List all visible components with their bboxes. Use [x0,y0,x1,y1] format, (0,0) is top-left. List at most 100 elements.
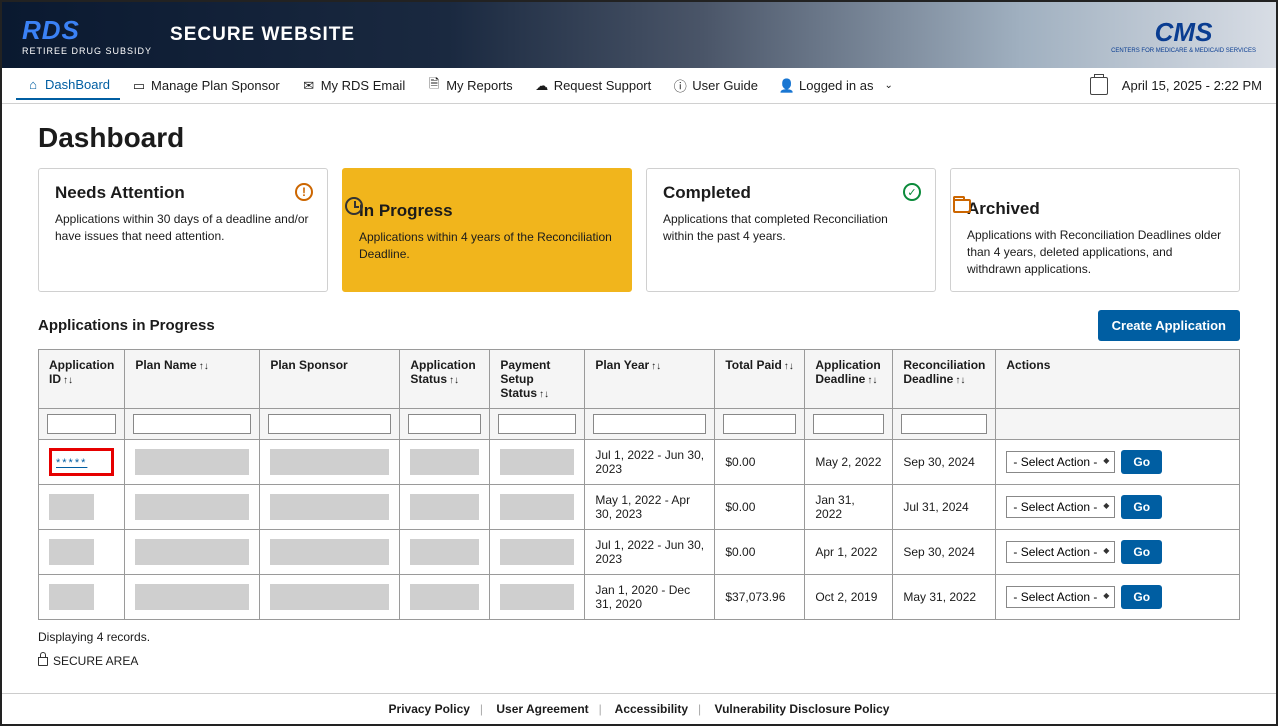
redacted-application-id [49,494,94,520]
support-icon: ☁ [535,79,549,93]
header: RDS RETIREE DRUG SUBSIDY SECURE WEBSITE … [2,2,1276,68]
cell-application-deadline: Apr 1, 2022 [805,530,893,575]
cell-total-paid: $0.00 [715,440,805,485]
filter-plan-year[interactable] [593,414,706,434]
go-button[interactable]: Go [1121,450,1162,474]
sort-icon: ↑↓ [63,375,73,386]
records-count: Displaying 4 records. [38,630,1240,644]
status-cards: ! Needs Attention Applications within 30… [38,168,1240,292]
filter-plan-sponsor[interactable] [268,414,391,434]
card-desc: Applications within 4 years of the Recon… [359,229,615,263]
nav-user-guide[interactable]: ⓘUser Guide [663,72,768,99]
card-title: In Progress [359,201,615,221]
redacted-application-status [410,539,479,565]
cell-reconciliation-deadline: May 31, 2022 [893,575,996,620]
select-action[interactable]: - Select Action - [1006,496,1115,518]
redacted-payment-setup-status [500,584,574,610]
secure-area: SECURE AREA [38,654,1240,668]
cell-plan-year: Jul 1, 2022 - Jun 30, 2023 [585,440,715,485]
cell-application-deadline: May 2, 2022 [805,440,893,485]
rds-logo-subtitle: RETIREE DRUG SUBSIDY [22,46,152,56]
select-action[interactable]: - Select Action - [1006,451,1115,473]
redacted-payment-setup-status [500,449,574,475]
nav-request-support[interactable]: ☁Request Support [525,72,662,99]
footer-privacy[interactable]: Privacy Policy [389,702,470,716]
cell-total-paid: $37,073.96 [715,575,805,620]
application-id-link[interactable]: ***** [56,457,87,469]
col-plan-name[interactable]: Plan Name↑↓ [125,350,260,409]
sort-icon: ↑↓ [449,375,459,386]
redacted-application-status [410,449,479,475]
print-icon[interactable] [1090,77,1108,95]
filter-application-deadline[interactable] [813,414,884,434]
content: Dashboard ! Needs Attention Applications… [2,104,1276,686]
nav-logged-in-as[interactable]: 👤Logged in as⌄ [770,72,903,99]
home-icon: ⌂ [26,78,40,92]
col-total-paid[interactable]: Total Paid↑↓ [715,350,805,409]
card-completed[interactable]: ✓ Completed Applications that completed … [646,168,936,292]
redacted-application-status [410,584,479,610]
table-row: May 1, 2022 - Apr 30, 2023$0.00Jan 31, 2… [39,485,1240,530]
cell-total-paid: $0.00 [715,530,805,575]
redacted-application-id [49,584,94,610]
redacted-plan-sponsor [270,584,389,610]
mail-icon: ✉ [302,79,316,93]
card-title: Archived [967,199,1223,219]
nav-right: April 15, 2025 - 2:22 PM [1090,77,1262,95]
col-application-id[interactable]: Application ID↑↓ [39,350,125,409]
secure-area-text: SECURE AREA [53,654,138,668]
cms-logo-text: CMS [1155,17,1213,48]
table-row: Jan 1, 2020 - Dec 31, 2020$37,073.96Oct … [39,575,1240,620]
nav-bar: ⌂DashBoard ▭Manage Plan Sponsor ✉My RDS … [2,68,1276,104]
go-button[interactable]: Go [1121,540,1162,564]
card-in-progress[interactable]: In Progress Applications within 4 years … [342,168,632,292]
card-icon: ▭ [132,79,146,93]
col-plan-year[interactable]: Plan Year↑↓ [585,350,715,409]
clock-icon [345,197,363,215]
redacted-plan-sponsor [270,539,389,565]
create-application-button[interactable]: Create Application [1098,310,1240,341]
filter-total-paid[interactable] [723,414,796,434]
redacted-plan-name [135,449,249,475]
nav-my-rds-email[interactable]: ✉My RDS Email [292,72,416,99]
table-row: Jul 1, 2022 - Jun 30, 2023$0.00Apr 1, 20… [39,530,1240,575]
filter-plan-name[interactable] [133,414,251,434]
table-title: Applications in Progress [38,317,215,334]
go-button[interactable]: Go [1121,585,1162,609]
user-icon: 👤 [780,79,794,93]
sort-icon: ↑↓ [955,375,965,386]
filter-application-status[interactable] [408,414,481,434]
select-action[interactable]: - Select Action - [1006,586,1115,608]
card-archived[interactable]: Archived Applications with Reconciliatio… [950,168,1240,292]
filter-payment-setup-status[interactable] [498,414,576,434]
redacted-payment-setup-status [500,494,574,520]
cell-application-deadline: Jan 31, 2022 [805,485,893,530]
col-reconciliation-deadline[interactable]: Reconciliation Deadline↑↓ [893,350,996,409]
redacted-plan-name [135,494,249,520]
filter-application-id[interactable] [47,414,116,434]
go-button[interactable]: Go [1121,495,1162,519]
card-title: Completed [663,183,919,203]
nav-dashboard[interactable]: ⌂DashBoard [16,71,120,100]
cell-total-paid: $0.00 [715,485,805,530]
footer-accessibility[interactable]: Accessibility [615,702,688,716]
nav-manage-plan-sponsor[interactable]: ▭Manage Plan Sponsor [122,72,290,99]
col-application-deadline[interactable]: Application Deadline↑↓ [805,350,893,409]
col-payment-setup-status[interactable]: Payment Setup Status↑↓ [490,350,585,409]
cell-plan-year: Jul 1, 2022 - Jun 30, 2023 [585,530,715,575]
redacted-plan-sponsor [270,494,389,520]
footer-user-agreement[interactable]: User Agreement [496,702,588,716]
filter-reconciliation-deadline[interactable] [901,414,987,434]
col-application-status[interactable]: Application Status↑↓ [400,350,490,409]
application-id-highlight: ***** [49,448,114,476]
col-plan-sponsor[interactable]: Plan Sponsor [260,350,400,409]
alert-icon: ! [295,183,313,201]
nav-my-reports[interactable]: 🗎My Reports [417,72,522,99]
footer-vulnerability[interactable]: Vulnerability Disclosure Policy [715,702,890,716]
cell-reconciliation-deadline: Sep 30, 2024 [893,440,996,485]
select-action[interactable]: - Select Action - [1006,541,1115,563]
page-title: Dashboard [38,122,1240,154]
col-actions: Actions [996,350,1240,409]
lock-icon [38,657,48,666]
card-needs-attention[interactable]: ! Needs Attention Applications within 30… [38,168,328,292]
